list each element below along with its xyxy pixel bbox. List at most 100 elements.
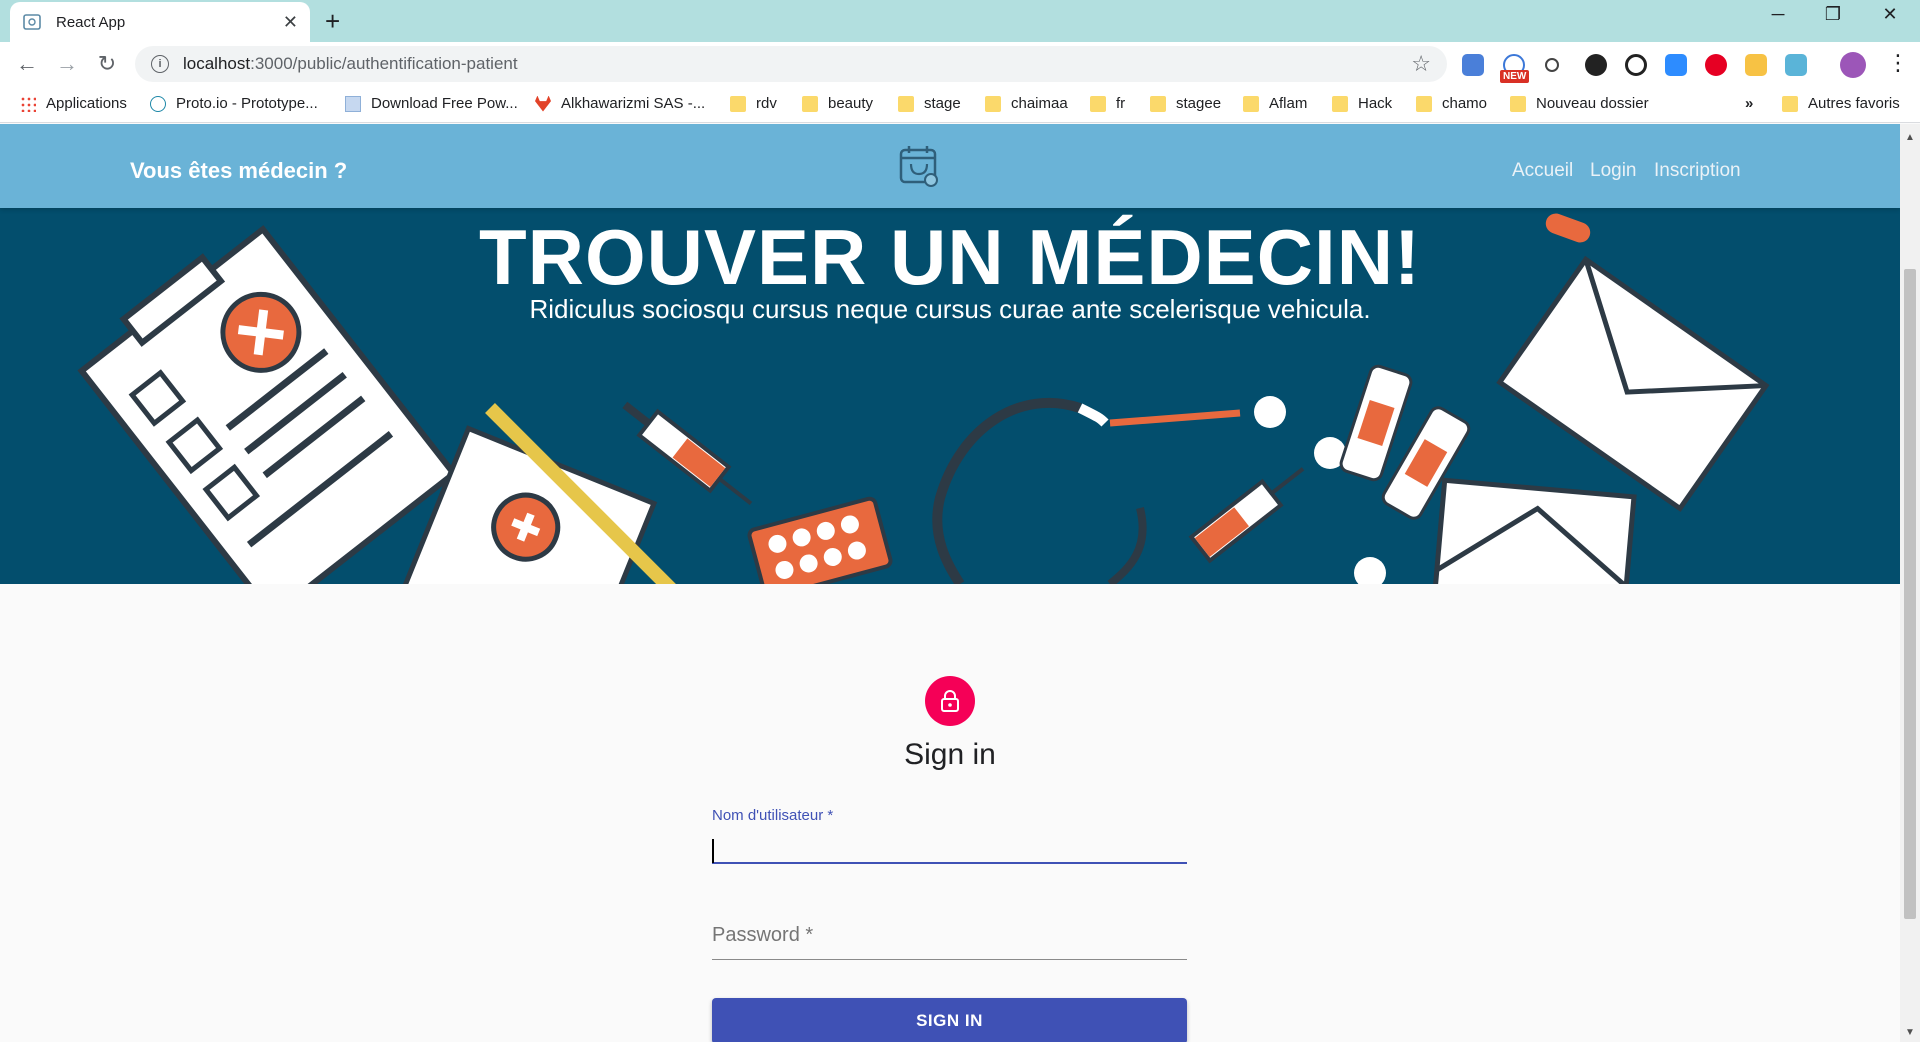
folder-icon [802, 95, 818, 112]
calendar-stethoscope-logo-icon[interactable] [895, 142, 945, 192]
new-tab-button[interactable]: + [325, 6, 340, 37]
bookmark-folder-stagee[interactable]: stagee [1150, 95, 1221, 112]
back-icon[interactable]: ← [12, 51, 42, 77]
cube-extension-icon[interactable] [1785, 54, 1807, 76]
pill-blister-illustration [747, 496, 893, 584]
bookmark-folder-chamo[interactable]: chamo [1416, 95, 1487, 112]
scrollbar-thumb[interactable] [1904, 269, 1916, 919]
nav-accueil[interactable]: Accueil [1512, 160, 1573, 182]
bookmark-star-icon[interactable]: ☆ [1411, 51, 1431, 77]
close-tab-icon[interactable]: ✕ [283, 12, 298, 33]
zoom-extension-icon[interactable] [1665, 54, 1687, 76]
folder-icon [1332, 95, 1348, 112]
bookmark-other-favorites[interactable]: Autres favoris [1782, 95, 1900, 112]
new-badge: NEW [1500, 70, 1530, 83]
restore-window-icon[interactable]: ❐ [1813, 4, 1853, 25]
bookmarks-overflow-button[interactable]: » [1745, 95, 1753, 112]
translate-extension-icon[interactable] [1462, 54, 1484, 76]
signin-title: Sign in [904, 738, 996, 771]
tab-strip: React App ✕ + ─ ❐ ✕ [0, 0, 1920, 42]
bookmarks-bar: Applications Proto.io - Prototype... Dow… [0, 87, 1920, 123]
folder-icon [1510, 95, 1526, 112]
nav-inscription[interactable]: Inscription [1654, 160, 1741, 182]
search-extension-icon[interactable] [1585, 54, 1607, 76]
proto-icon [150, 95, 166, 112]
bookmark-folder-rdv[interactable]: rdv [730, 95, 777, 112]
folder-icon [1150, 95, 1166, 112]
url-path: :3000/public/authentification-patient [250, 54, 518, 73]
username-input[interactable] [712, 824, 1187, 864]
address-bar[interactable]: i localhost :3000/public/authentificatio… [135, 46, 1447, 82]
bookmark-label: beauty [828, 95, 874, 112]
lock-icon [925, 676, 975, 726]
bookmark-folder-beauty[interactable]: beauty [802, 95, 873, 112]
bookmark-applications[interactable]: Applications [20, 95, 127, 112]
page-content: Vous êtes médecin ? Accueil Login Inscri… [0, 124, 1900, 1042]
page-scrollbar[interactable]: ▲ ▼ [1900, 124, 1920, 1042]
folder-icon [730, 95, 746, 112]
bookmark-folder-stage[interactable]: stage [898, 95, 961, 112]
profile-avatar[interactable] [1840, 52, 1866, 78]
bookmark-folder-fr[interactable]: fr [1090, 95, 1125, 112]
password-label: Password * [712, 924, 814, 946]
apps-grid-icon [20, 95, 36, 112]
folder-icon [1416, 95, 1432, 112]
tab-title: React App [56, 13, 126, 31]
folder-icon [1090, 95, 1106, 112]
gitlab-icon [535, 95, 551, 112]
bookmark-label: Aflam [1269, 95, 1308, 112]
bookmark-label: fr [1116, 95, 1126, 112]
bookmark-label: chaimaa [1011, 95, 1068, 112]
folder-icon [985, 95, 1001, 112]
page-icon [345, 95, 361, 112]
sync-extension-icon[interactable] [1625, 54, 1647, 76]
bookmark-alkhawarizmi[interactable]: Alkhawarizmi SAS -... [535, 95, 705, 112]
app-header: Vous êtes médecin ? Accueil Login Inscri… [0, 124, 1900, 208]
bookmark-label: Nouveau dossier [1536, 95, 1649, 112]
pinterest-extension-icon[interactable] [1705, 54, 1727, 76]
signin-section: Sign in Nom d'utilisateur * Password * [0, 584, 1900, 1042]
browser-toolbar: ← → ↻ i localhost :3000/public/authentif… [0, 42, 1920, 87]
syringe-right-illustration [1188, 467, 1305, 564]
close-window-icon[interactable]: ✕ [1870, 4, 1910, 25]
bookmark-folder-nouveau-dossier[interactable]: Nouveau dossier [1510, 95, 1649, 112]
eyedropper-extension-icon[interactable] [1545, 58, 1559, 72]
bookmark-label: Autres favoris [1808, 95, 1900, 112]
bookmark-label: Alkhawarizmi SAS -... [561, 95, 706, 112]
bookmark-folder-aflam[interactable]: Aflam [1243, 95, 1307, 112]
signin-button[interactable]: SIGN IN [712, 998, 1187, 1042]
bookmark-folder-chaimaa[interactable]: chaimaa [985, 95, 1068, 112]
react-favicon-icon [23, 14, 41, 30]
bookmark-label: Download Free Pow... [371, 95, 518, 112]
grid-extension-icon[interactable] [1745, 54, 1767, 76]
browser-menu-icon[interactable]: ⋮ [1887, 50, 1909, 76]
browser-tab[interactable]: React App ✕ [10, 2, 310, 42]
forward-icon[interactable]: → [52, 51, 82, 77]
username-field: Nom d'utilisateur * [712, 807, 1187, 864]
stethoscope-illustration [932, 397, 1082, 584]
folder-icon [1243, 95, 1259, 112]
password-field: Password * [712, 920, 1187, 960]
url-host: localhost [183, 54, 251, 73]
reload-icon[interactable]: ↻ [92, 51, 122, 77]
bookmark-label: Hack [1358, 95, 1393, 112]
site-info-icon[interactable]: i [151, 55, 169, 73]
bookmark-label: chamo [1442, 95, 1488, 112]
doctor-link[interactable]: Vous êtes médecin ? [130, 158, 347, 184]
bookmark-download-free[interactable]: Download Free Pow... [345, 95, 518, 112]
username-label: Nom d'utilisateur * [712, 807, 834, 824]
nav-login[interactable]: Login [1590, 160, 1637, 182]
folder-icon [898, 95, 914, 112]
text-cursor [712, 839, 714, 863]
bookmark-label: Proto.io - Prototype... [176, 95, 318, 112]
hero-subtitle: Ridiculus sociosqu cursus neque cursus c… [529, 294, 1371, 324]
bookmark-folder-hack[interactable]: Hack [1332, 95, 1392, 112]
bookmark-label: Applications [46, 95, 127, 112]
bookmark-label: stagee [1176, 95, 1222, 112]
scroll-down-icon[interactable]: ▼ [1905, 1027, 1915, 1038]
scroll-up-icon[interactable]: ▲ [1905, 132, 1915, 143]
hero-banner: TROUVER UN MÉDECIN! Ridiculus sociosqu c… [0, 208, 1900, 584]
minimize-icon[interactable]: ─ [1758, 4, 1798, 25]
bookmark-proto[interactable]: Proto.io - Prototype... [150, 95, 318, 112]
bookmark-label: rdv [756, 95, 777, 112]
